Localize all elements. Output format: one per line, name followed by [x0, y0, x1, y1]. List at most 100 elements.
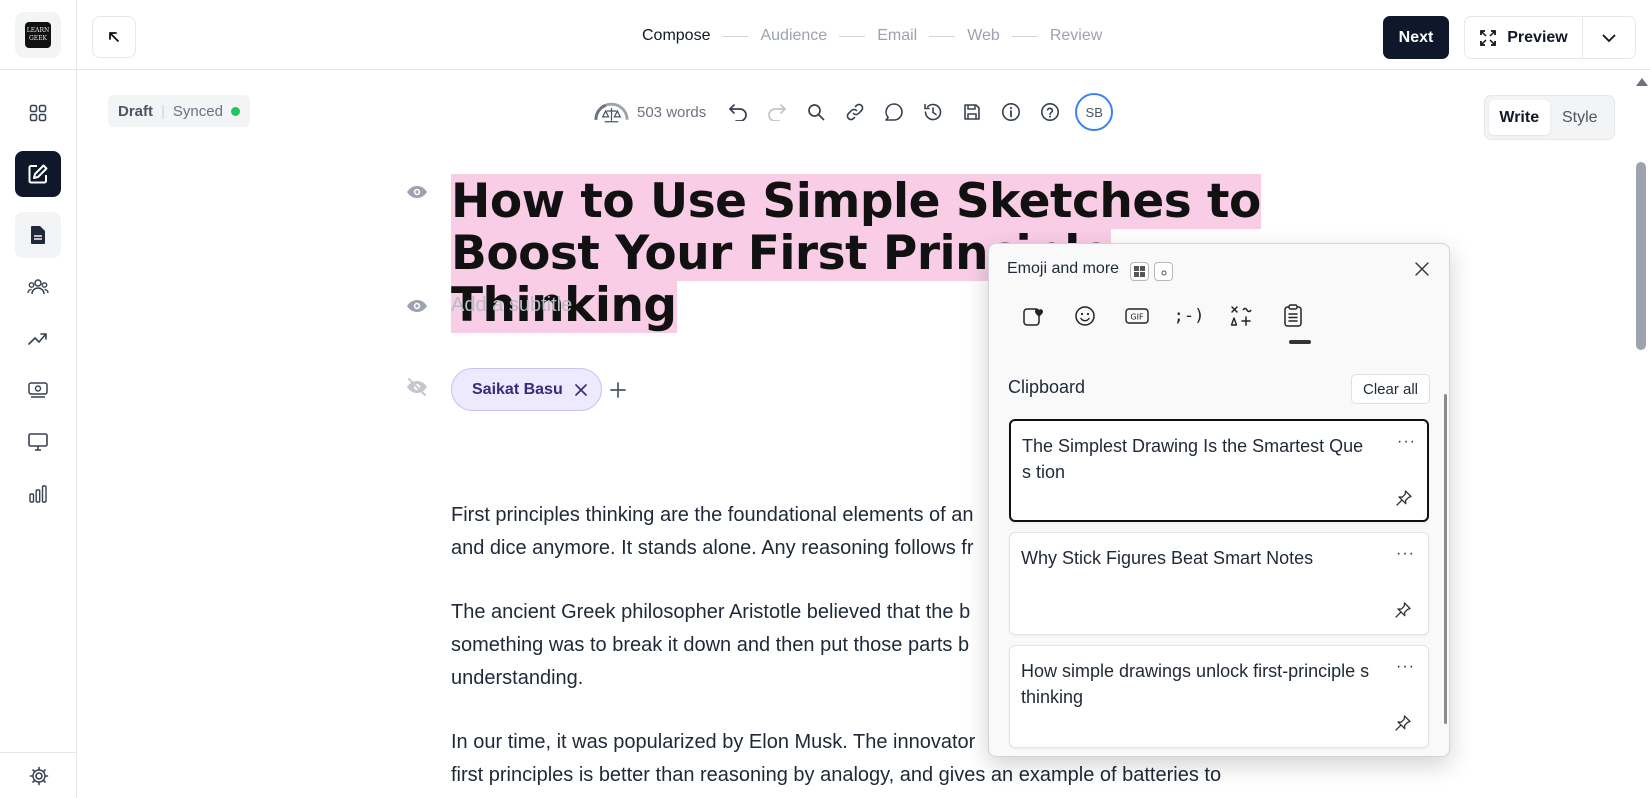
clipboard-item-text: Why Stick Figures Beat Smart Notes [1021, 548, 1314, 568]
sidebar-item-analytics[interactable] [15, 471, 61, 517]
word-count: 503 words [637, 103, 707, 121]
history-button[interactable] [913, 94, 952, 130]
pin-icon[interactable] [1395, 489, 1413, 507]
smiley-icon [1075, 306, 1095, 326]
sidebar-item-website[interactable] [15, 419, 61, 465]
clipboard-item[interactable]: How simple drawings unlock first-princip… [1009, 645, 1429, 748]
mode-toggle: Write Style [1484, 95, 1615, 140]
body-line: In our time, it was popularized by Elon … [451, 731, 976, 753]
scroll-up-arrow[interactable] [1636, 78, 1648, 86]
author-visibility-toggle[interactable] [405, 375, 429, 399]
step-divider [839, 35, 866, 37]
author-chip[interactable]: Saikat Basu [451, 368, 602, 411]
next-button[interactable]: Next [1383, 16, 1449, 59]
preview-button[interactable]: Preview [1465, 17, 1583, 58]
body-line: understanding. [451, 667, 584, 689]
pin-icon[interactable] [1394, 601, 1412, 619]
tab-clipboard[interactable] [1267, 296, 1319, 336]
clipboard-icon [1284, 304, 1302, 327]
close-icon[interactable] [574, 383, 587, 396]
clipboard-item-text: The Simplest Drawing Is the Smartest Que… [1022, 436, 1364, 482]
exit-editor-button[interactable] [92, 16, 136, 58]
write-tab[interactable]: Write [1489, 100, 1550, 135]
help-icon [1040, 103, 1059, 121]
sidebar [0, 70, 77, 798]
win-key-badge [1130, 262, 1149, 281]
subtitle-input[interactable]: Add a subtitle [451, 294, 572, 317]
search-button[interactable] [796, 94, 835, 130]
period-key-badge [1154, 262, 1173, 281]
step-email[interactable]: Email [877, 27, 917, 45]
step-web[interactable]: Web [967, 27, 1000, 45]
readability-button[interactable] [592, 94, 631, 130]
bar-chart-icon [29, 485, 47, 503]
clear-all-button[interactable]: Clear all [1351, 374, 1430, 404]
money-icon [28, 382, 48, 398]
more-options-button[interactable]: ··· [1397, 433, 1416, 451]
status-draft: Draft [118, 102, 154, 120]
redo-button[interactable] [757, 94, 796, 130]
avatar[interactable]: SB [1075, 93, 1114, 131]
gear-icon [29, 766, 48, 785]
kaomoji-icon: ;-) [1173, 306, 1205, 326]
sidebar-item-compose[interactable] [15, 151, 61, 197]
help-button[interactable] [1030, 94, 1069, 130]
clipboard-item[interactable]: Why Stick Figures Beat Smart Notes ··· [1009, 532, 1429, 635]
body-line: first principles is better than reasonin… [451, 764, 1222, 786]
save-icon [963, 104, 980, 120]
step-compose[interactable]: Compose [642, 27, 710, 45]
tab-favorites[interactable] [1007, 296, 1059, 336]
title-visibility-toggle[interactable] [405, 180, 429, 204]
tab-emoji[interactable] [1059, 296, 1111, 336]
heart-favorites-icon [1023, 308, 1043, 326]
style-tab[interactable]: Style [1550, 100, 1611, 135]
status-badge: Draft | Synced [108, 95, 250, 127]
add-author-button[interactable] [604, 376, 632, 404]
more-options-button[interactable]: ··· [1396, 658, 1415, 676]
close-panel-button[interactable] [1409, 256, 1435, 282]
link-button[interactable] [835, 94, 874, 130]
tab-gif[interactable]: GIF [1111, 296, 1163, 336]
status-synced: Synced [172, 102, 223, 120]
close-icon [1415, 262, 1429, 276]
page-scrollbar[interactable] [1632, 70, 1650, 798]
logo-area: LEARN GEEK [0, 0, 77, 70]
preview-options-button[interactable] [1583, 17, 1635, 58]
chevron-down-icon [1602, 33, 1616, 42]
sidebar-item-audience[interactable] [15, 264, 61, 310]
eye-off-icon [407, 378, 427, 396]
comment-button[interactable] [874, 94, 913, 130]
body-line: something was to break it down and then … [451, 634, 970, 656]
panel-tabs: GIF ;-) [1007, 296, 1319, 336]
sidebar-item-dashboard[interactable] [15, 90, 61, 136]
step-audience[interactable]: Audience [760, 27, 827, 45]
sidebar-item-growth[interactable] [15, 316, 61, 362]
more-options-button[interactable]: ··· [1396, 545, 1415, 563]
save-button[interactable] [952, 94, 991, 130]
eye-icon [407, 300, 427, 312]
emoji-clipboard-panel: Emoji and more GIF ;-) Clipboard Clear a… [988, 243, 1450, 757]
tab-symbols[interactable] [1215, 296, 1267, 336]
info-button[interactable] [991, 94, 1030, 130]
sidebar-item-settings[interactable] [0, 752, 77, 798]
panel-scrollbar[interactable] [1444, 394, 1447, 724]
edit-icon [28, 164, 48, 184]
app-logo[interactable]: LEARN GEEK [15, 12, 61, 58]
users-icon [27, 279, 49, 295]
panel-title: Emoji and more [1007, 260, 1120, 277]
history-icon [923, 103, 942, 121]
step-review[interactable]: Review [1050, 27, 1102, 45]
subtitle-visibility-toggle[interactable] [405, 294, 429, 318]
pin-icon[interactable] [1394, 714, 1412, 732]
gif-icon: GIF [1125, 308, 1149, 324]
scroll-thumb[interactable] [1636, 162, 1646, 350]
search-icon [807, 104, 825, 121]
clipboard-section-title: Clipboard [1008, 377, 1086, 397]
clipboard-item[interactable]: The Simplest Drawing Is the Smartest Que… [1009, 419, 1429, 522]
sidebar-item-monetization[interactable] [15, 367, 61, 413]
top-bar: LEARN GEEK Compose Audience Email Web Re… [0, 0, 1650, 70]
sidebar-item-posts[interactable] [15, 212, 61, 258]
undo-button[interactable] [718, 94, 757, 130]
tab-kaomoji[interactable]: ;-) [1163, 296, 1215, 336]
clipboard-item-text: How simple drawings unlock first-princip… [1021, 661, 1370, 707]
